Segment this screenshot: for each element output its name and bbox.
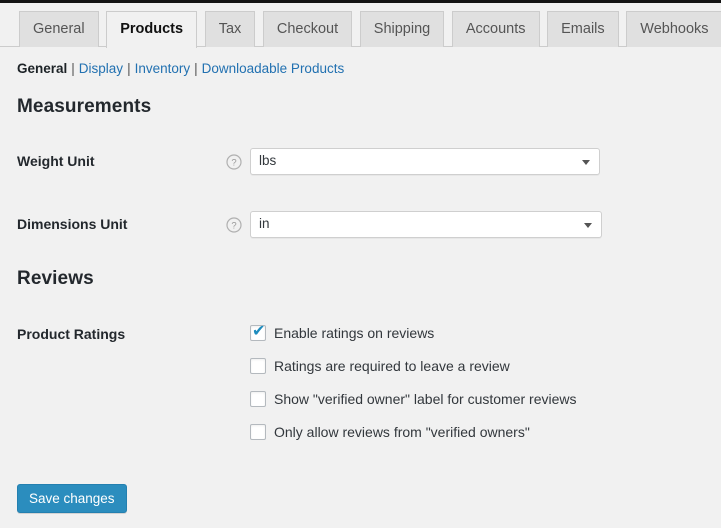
chevron-down-icon — [582, 160, 590, 165]
checkbox-label-enable-ratings: Enable ratings on reviews — [274, 325, 435, 341]
subnav-item-downloadable-products[interactable]: Downloadable Products — [202, 61, 345, 76]
tab-general[interactable]: General — [19, 11, 99, 47]
section-heading-reviews: Reviews — [17, 268, 94, 289]
subnav-item-inventory[interactable]: Inventory — [135, 61, 191, 76]
help-circle-icon[interactable]: ? — [226, 154, 242, 170]
subnav-separator: | — [194, 61, 198, 76]
weight-unit-value: lbs — [259, 153, 277, 168]
dimensions-unit-select[interactable]: in — [250, 211, 602, 238]
check-mark-icon — [252, 422, 266, 436]
tab-accounts[interactable]: Accounts — [451, 11, 540, 47]
svg-text:?: ? — [231, 158, 236, 169]
checkbox-label-only-verified-owners: Only allow reviews from "verified owners… — [274, 424, 530, 440]
check-mark-icon: ✔ — [252, 321, 266, 340]
save-changes-button[interactable]: Save changes — [17, 484, 127, 513]
tab-shipping[interactable]: Shipping — [359, 11, 445, 47]
weight-unit-select[interactable]: lbs — [250, 148, 600, 175]
tab-emails[interactable]: Emails — [547, 11, 619, 47]
tab-webhooks[interactable]: Webhooks — [626, 11, 721, 47]
dimensions-unit-value: in — [259, 216, 270, 231]
checkbox-ratings-required[interactable] — [250, 358, 266, 374]
tab-checkout[interactable]: Checkout — [262, 11, 353, 47]
tab-tax[interactable]: Tax — [204, 11, 256, 47]
svg-text:?: ? — [231, 221, 236, 232]
checkbox-only-verified-owners[interactable] — [250, 424, 266, 440]
settings-tab-bar: General Products Tax Checkout Shipping A… — [0, 11, 721, 48]
subnav-separator: | — [127, 61, 131, 76]
admin-bar-strip — [0, 0, 721, 3]
checkbox-label-verified-owner-label: Show "verified owner" label for customer… — [274, 391, 577, 407]
chevron-down-icon — [584, 223, 592, 228]
checkbox-verified-owner-label[interactable] — [250, 391, 266, 407]
dimensions-unit-label: Dimensions Unit — [17, 216, 128, 232]
section-heading-measurements: Measurements — [17, 96, 152, 117]
subnav-item-general[interactable]: General — [17, 61, 67, 76]
help-circle-icon[interactable]: ? — [226, 217, 242, 233]
checkbox-label-ratings-required: Ratings are required to leave a review — [274, 358, 510, 374]
checkbox-enable-ratings[interactable]: ✔ — [250, 321, 266, 341]
weight-unit-label: Weight Unit — [17, 153, 95, 169]
subnav: General | Display | Inventory | Downloadable P… — [17, 59, 344, 79]
product-ratings-label: Product Ratings — [17, 326, 126, 342]
tab-products[interactable]: Products — [106, 11, 198, 48]
subnav-item-display[interactable]: Display — [79, 61, 123, 76]
subnav-separator: | — [71, 61, 75, 76]
check-mark-icon — [252, 389, 266, 403]
check-mark-icon — [252, 356, 266, 370]
